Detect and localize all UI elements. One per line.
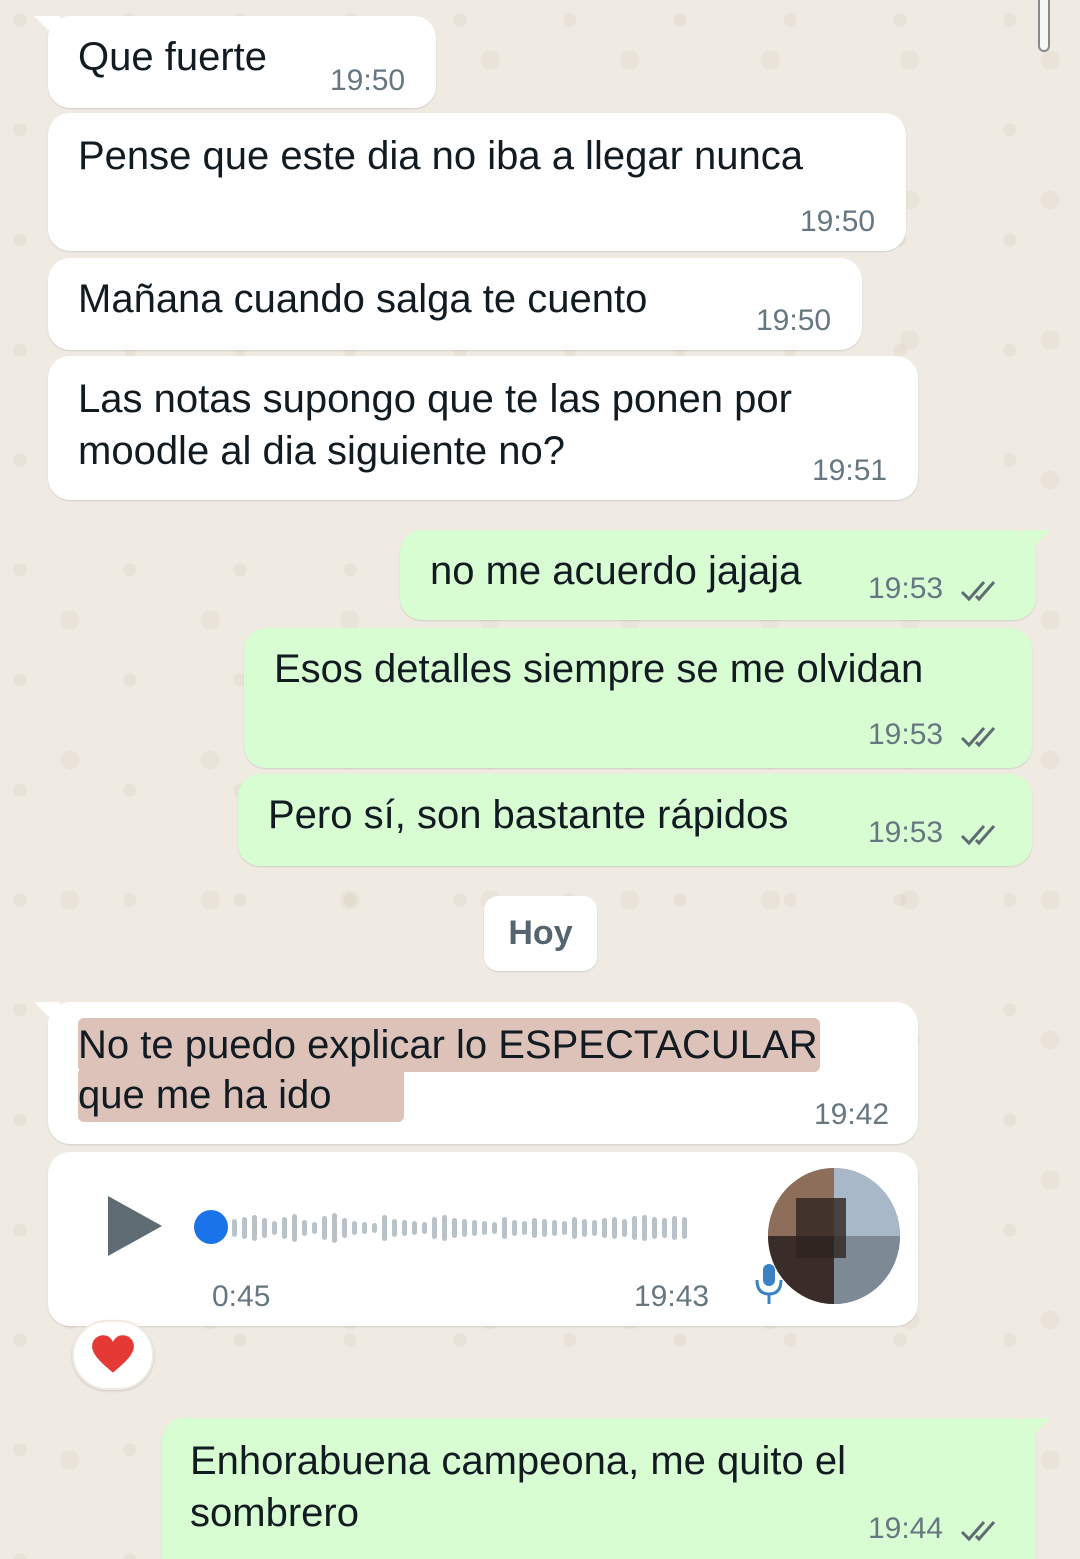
waveform-bar bbox=[342, 1218, 347, 1238]
waveform-bar bbox=[512, 1220, 517, 1236]
waveform-bar bbox=[242, 1217, 247, 1239]
waveform-bar bbox=[422, 1222, 427, 1234]
waveform-bar bbox=[672, 1216, 677, 1240]
message-text-line: sombrero bbox=[190, 1491, 359, 1535]
waveform-bar bbox=[552, 1220, 557, 1236]
play-icon[interactable] bbox=[108, 1196, 162, 1256]
waveform-bar bbox=[542, 1219, 547, 1237]
waveform-bar bbox=[502, 1217, 507, 1239]
message-bubble-outgoing[interactable]: Enhorabuena campeona, me quito el sombre… bbox=[162, 1418, 1050, 1559]
scrollbar-thumb[interactable] bbox=[1038, 0, 1050, 52]
message-text: no me acuerdo jajaja bbox=[430, 549, 802, 593]
waveform-bar bbox=[252, 1215, 257, 1241]
waveform-bar bbox=[682, 1217, 687, 1239]
message-text-line-highlighted: que me ha ido bbox=[78, 1068, 404, 1122]
waveform-bar bbox=[452, 1218, 457, 1238]
message-text-line: Las notas supongo que te las ponen por bbox=[78, 377, 792, 421]
message-text: Esos detalles siempre se me olvidan bbox=[274, 647, 924, 691]
mic-icon bbox=[755, 1264, 783, 1304]
waveform-bar bbox=[232, 1219, 237, 1237]
message-bubble-incoming[interactable]: Las notas supongo que te las ponen por m… bbox=[48, 356, 918, 500]
waveform-bar bbox=[602, 1218, 607, 1238]
message-text: Pero sí, son bastante rápidos bbox=[268, 793, 789, 837]
waveform-bar bbox=[562, 1221, 567, 1235]
voice-note-duration: 0:45 bbox=[212, 1280, 271, 1313]
waveform-bar bbox=[622, 1219, 627, 1237]
message-time: 19:53 bbox=[868, 718, 944, 751]
waveform-bar bbox=[652, 1217, 657, 1239]
message-bubble-incoming[interactable]: Mañana cuando salga te cuento 19:50 bbox=[48, 258, 862, 350]
waveform-bar bbox=[432, 1217, 437, 1239]
message-bubble-incoming[interactable]: No te puedo explicar lo ESPECTACULAR que… bbox=[34, 1002, 918, 1144]
waveform-bar bbox=[612, 1217, 617, 1239]
message-time: 19:50 bbox=[330, 64, 406, 97]
message-time: 19:42 bbox=[814, 1098, 890, 1131]
voice-waveform[interactable] bbox=[232, 1208, 712, 1248]
double-check-icon bbox=[960, 727, 996, 748]
message-time: 19:43 bbox=[634, 1280, 710, 1313]
waveform-bar bbox=[292, 1214, 297, 1242]
waveform-bar bbox=[402, 1220, 407, 1236]
message-time: 19:53 bbox=[868, 572, 944, 605]
date-separator: Hoy bbox=[484, 896, 597, 971]
voice-progress-knob[interactable] bbox=[194, 1210, 228, 1244]
waveform-bar bbox=[322, 1216, 327, 1240]
waveform-bar bbox=[582, 1219, 587, 1237]
waveform-bar bbox=[522, 1221, 527, 1235]
waveform-bar bbox=[372, 1223, 377, 1233]
waveform-bar bbox=[442, 1215, 447, 1241]
message-bubble-incoming[interactable]: Pense que este dia no iba a llegar nunca… bbox=[48, 113, 906, 251]
message-bubble-outgoing[interactable]: Pero sí, son bastante rápidos 19:53 bbox=[238, 774, 1032, 866]
message-time: 19:53 bbox=[868, 816, 944, 849]
waveform-bar bbox=[592, 1220, 597, 1236]
waveform-bar bbox=[662, 1218, 667, 1238]
message-time: 19:44 bbox=[868, 1512, 944, 1545]
message-time: 19:51 bbox=[812, 454, 888, 487]
message-text: Mañana cuando salga te cuento bbox=[78, 277, 648, 321]
message-bubble-outgoing[interactable]: no me acuerdo jajaja 19:53 bbox=[400, 530, 1050, 620]
double-check-icon bbox=[960, 825, 996, 846]
double-check-icon bbox=[960, 1521, 996, 1542]
message-text-line-highlighted: No te puedo explicar lo ESPECTACULAR bbox=[78, 1018, 820, 1072]
message-text-line: moodle al dia siguiente no? bbox=[78, 429, 566, 473]
waveform-bar bbox=[382, 1215, 387, 1241]
heart-emoji bbox=[92, 1335, 134, 1373]
avatar bbox=[768, 1168, 900, 1304]
message-text-line: Enhorabuena campeona, me quito el bbox=[190, 1439, 847, 1483]
message-bubble-incoming[interactable]: Que fuerte 19:50 bbox=[34, 16, 436, 108]
waveform-bar bbox=[632, 1216, 637, 1240]
waveform-bar bbox=[572, 1217, 577, 1239]
waveform-bar bbox=[312, 1222, 317, 1234]
waveform-bar bbox=[362, 1222, 367, 1234]
waveform-bar bbox=[272, 1221, 277, 1235]
waveform-bar bbox=[262, 1218, 267, 1238]
message-time: 19:50 bbox=[756, 304, 832, 337]
waveform-bar bbox=[392, 1219, 397, 1237]
waveform-bar bbox=[642, 1215, 647, 1241]
waveform-bar bbox=[412, 1221, 417, 1235]
double-check-icon bbox=[960, 581, 996, 602]
waveform-bar bbox=[282, 1217, 287, 1239]
message-bubble-outgoing[interactable]: Esos detalles siempre se me olvidan 19:5… bbox=[244, 628, 1032, 768]
waveform-bar bbox=[332, 1213, 337, 1243]
message-time: 19:50 bbox=[800, 205, 876, 238]
message-text: Que fuerte bbox=[78, 35, 268, 79]
waveform-bar bbox=[352, 1221, 357, 1235]
waveform-bar bbox=[302, 1220, 307, 1236]
waveform-bar bbox=[492, 1222, 497, 1234]
waveform-bar bbox=[472, 1220, 477, 1236]
waveform-bar bbox=[462, 1219, 467, 1237]
waveform-bar bbox=[482, 1221, 487, 1235]
message-text: Pense que este dia no iba a llegar nunca bbox=[78, 134, 803, 178]
waveform-bar bbox=[532, 1218, 537, 1238]
reaction-badge[interactable] bbox=[72, 1320, 154, 1390]
